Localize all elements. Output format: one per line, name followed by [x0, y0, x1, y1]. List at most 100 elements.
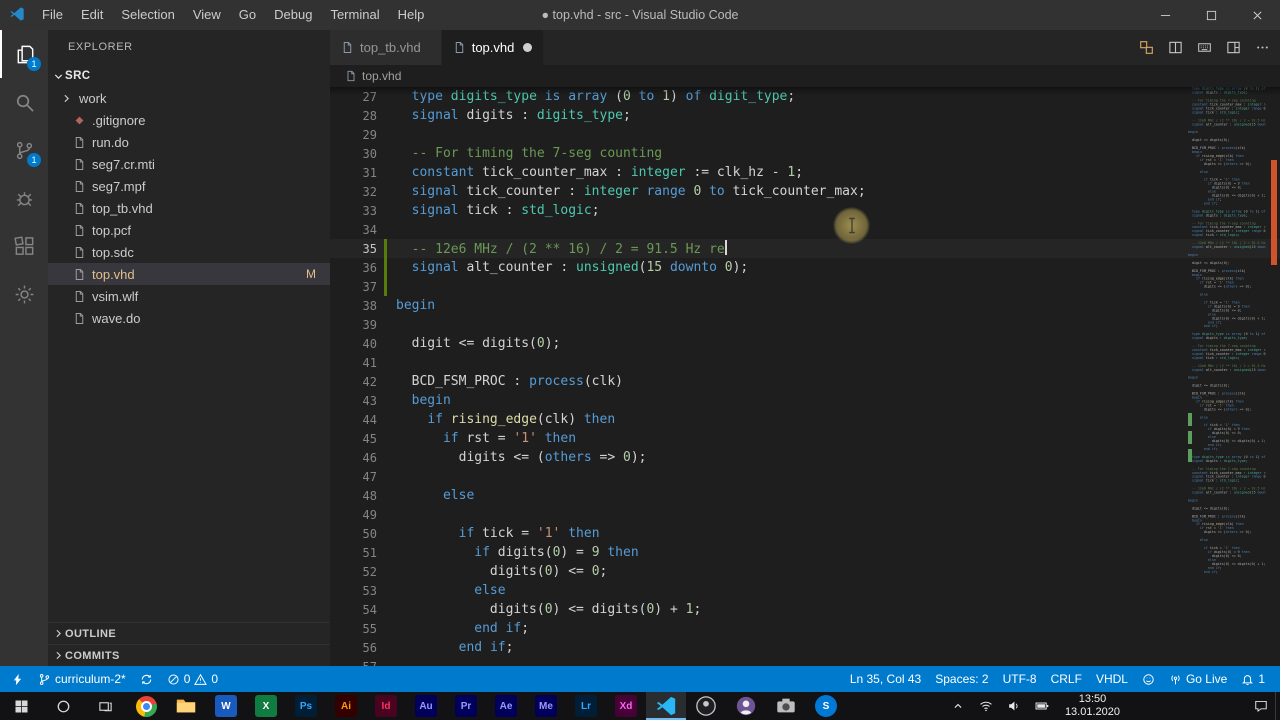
code-line[interactable]: 42 BCD_FSM_PROC : process(clk) [330, 372, 1280, 391]
line-number[interactable]: 36 [330, 261, 377, 275]
code-line[interactable]: 57 [330, 657, 1280, 667]
line-number[interactable]: 42 [330, 375, 377, 389]
code-line[interactable]: 35 -- 12e6 MHz / (2 ** 16) / 2 = 91.5 Hz… [330, 239, 1280, 258]
window-minimize-button[interactable] [1142, 0, 1188, 30]
notifications-button[interactable]: 1 [1234, 666, 1272, 692]
sync-changes-button[interactable] [133, 666, 160, 692]
line-number[interactable]: 37 [330, 280, 377, 294]
taskbar-app-skype[interactable]: S [806, 692, 846, 720]
line-number[interactable]: 53 [330, 584, 377, 598]
show-desktop-button[interactable] [1275, 692, 1280, 720]
taskbar-app-excel[interactable]: X [246, 692, 286, 720]
code-line[interactable]: 31 constant tick_counter_max : integer :… [330, 163, 1280, 182]
cursor-position-button[interactable]: Ln 35, Col 43 [843, 666, 928, 692]
explorer-item-seg7-cr-mti[interactable]: seg7.cr.mti [48, 153, 330, 175]
start-button[interactable] [0, 692, 42, 720]
line-number[interactable]: 27 [330, 90, 377, 104]
code-line[interactable]: 27 type digits_type is array (0 to 1) of… [330, 87, 1280, 106]
menu-edit[interactable]: Edit [72, 0, 112, 30]
explorer-item-vsim-wlf[interactable]: vsim.wlf [48, 285, 330, 307]
line-number[interactable]: 29 [330, 128, 377, 142]
code-line[interactable]: 55 end if; [330, 619, 1280, 638]
split-editor-icon[interactable] [1168, 40, 1183, 55]
window-close-button[interactable] [1234, 0, 1280, 30]
problems-button[interactable]: 00 [160, 666, 225, 692]
window-maximize-button[interactable] [1188, 0, 1234, 30]
language-mode-button[interactable]: VHDL [1089, 666, 1135, 692]
taskbar-clock[interactable]: 13:50 13.01.2020 [1056, 693, 1129, 719]
taskbar-app-lightroom[interactable]: Lr [566, 692, 606, 720]
menu-help[interactable]: Help [389, 0, 434, 30]
explorer-item-top-pcf[interactable]: top.pcf [48, 219, 330, 241]
menu-terminal[interactable]: Terminal [321, 0, 388, 30]
keyboard-shortcuts-icon[interactable] [1197, 40, 1212, 55]
taskbar-app-xd[interactable]: Xd [606, 692, 646, 720]
eol-button[interactable]: CRLF [1044, 666, 1089, 692]
code-line[interactable]: 41 [330, 353, 1280, 372]
editor-layout-icon[interactable] [1226, 40, 1241, 55]
code-line[interactable]: 54 digits(0) <= digits(0) + 1; [330, 600, 1280, 619]
minimap[interactable]: type digits_type is array (0 to 1) of di… [1188, 87, 1266, 666]
activity-source-control[interactable]: 1 [0, 126, 48, 174]
line-number[interactable]: 35 [330, 242, 377, 256]
activity-run-debug[interactable] [0, 174, 48, 222]
code-line[interactable]: 48 else [330, 486, 1280, 505]
line-number[interactable]: 38 [330, 299, 377, 313]
line-number[interactable]: 39 [330, 318, 377, 332]
taskbar-app-file-explorer[interactable] [166, 692, 206, 720]
panel-commits[interactable]: COMMITS [48, 644, 330, 666]
explorer-item-wave-do[interactable]: wave.do [48, 307, 330, 329]
explorer-item-gitignore[interactable]: .gitignore [48, 109, 330, 131]
tab-top-vhd[interactable]: top.vhd [441, 30, 545, 65]
git-branch-button[interactable]: curriculum-2* [31, 666, 133, 692]
code-line[interactable]: 34 [330, 220, 1280, 239]
code-line[interactable]: 38 begin [330, 296, 1280, 315]
tray-expand-button[interactable] [944, 692, 972, 720]
line-number[interactable]: 28 [330, 109, 377, 123]
explorer-item-seg7-mpf[interactable]: seg7.mpf [48, 175, 330, 197]
explorer-section-src[interactable]: SRC [48, 65, 330, 87]
activity-settings[interactable] [0, 270, 48, 318]
line-number[interactable]: 46 [330, 451, 377, 465]
task-view-button[interactable] [84, 692, 126, 720]
taskbar-app-github[interactable] [726, 692, 766, 720]
taskbar-app-premiere[interactable]: Pr [446, 692, 486, 720]
activity-extensions[interactable] [0, 222, 48, 270]
line-number[interactable]: 40 [330, 337, 377, 351]
code-line[interactable]: 36 signal alt_counter : unsigned(15 down… [330, 258, 1280, 277]
line-number[interactable]: 48 [330, 489, 377, 503]
menu-file[interactable]: File [33, 0, 72, 30]
code-line[interactable]: 50 if tick = '1' then [330, 524, 1280, 543]
code-line[interactable]: 43 begin [330, 391, 1280, 410]
code-line[interactable]: 30 -- For timing the 7-seg counting [330, 144, 1280, 163]
line-number[interactable]: 41 [330, 356, 377, 370]
menu-view[interactable]: View [184, 0, 230, 30]
taskbar-app-obs[interactable] [686, 692, 726, 720]
taskbar-app-photoshop[interactable]: Ps [286, 692, 326, 720]
taskbar-app-illustrator[interactable]: Ai [326, 692, 366, 720]
explorer-item-top-vhd[interactable]: top.vhd M [48, 263, 330, 285]
code-line[interactable]: 47 [330, 467, 1280, 486]
explorer-item-top-tb-vhd[interactable]: top_tb.vhd [48, 197, 330, 219]
code-line[interactable]: 44 if rising_edge(clk) then [330, 410, 1280, 429]
taskbar-app-media-encoder[interactable]: Me [526, 692, 566, 720]
code-line[interactable]: 28 signal digits : digits_type; [330, 106, 1280, 125]
code-line[interactable]: 52 digits(0) <= 0; [330, 562, 1280, 581]
action-center-button[interactable] [1247, 692, 1275, 720]
line-number[interactable]: 33 [330, 204, 377, 218]
go-live-button[interactable]: Go Live [1162, 666, 1234, 692]
code-line[interactable]: 53 else [330, 581, 1280, 600]
volume-tray-icon[interactable] [1000, 692, 1028, 720]
explorer-item-run-do[interactable]: run.do [48, 131, 330, 153]
line-number[interactable]: 49 [330, 508, 377, 522]
line-number[interactable]: 34 [330, 223, 377, 237]
line-number[interactable]: 55 [330, 622, 377, 636]
activity-explorer[interactable]: 1 [0, 30, 48, 78]
feedback-button[interactable] [1135, 666, 1162, 692]
code-line[interactable]: 56 end if; [330, 638, 1280, 657]
line-number[interactable]: 51 [330, 546, 377, 560]
line-number[interactable]: 31 [330, 166, 377, 180]
code-editor[interactable]: 27 type digits_type is array (0 to 1) of… [330, 87, 1280, 666]
taskbar-app-indesign[interactable]: Id [366, 692, 406, 720]
code-line[interactable]: 37 [330, 277, 1280, 296]
